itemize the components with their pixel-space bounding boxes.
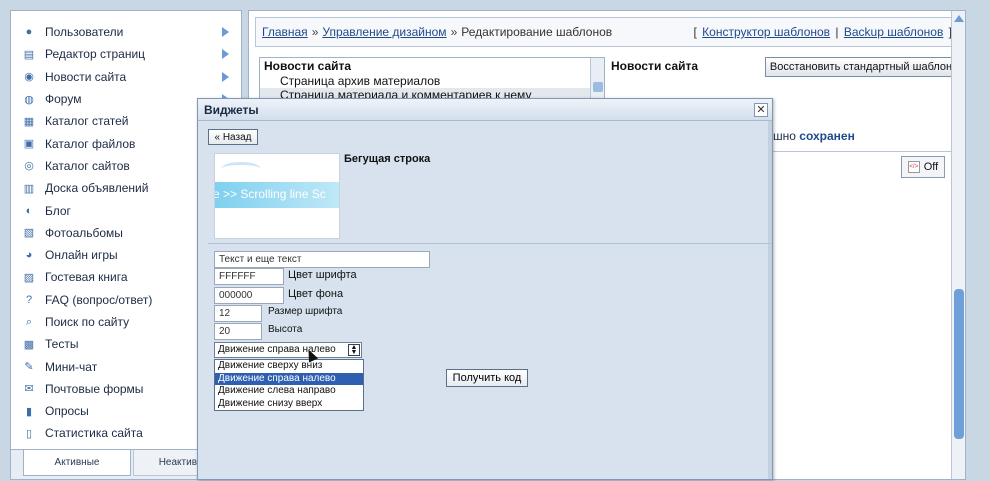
sidebar-item-label: Опросы <box>45 404 89 419</box>
sidebar-item[interactable]: ▤ Редактор страниц <box>11 43 241 65</box>
backup-link[interactable]: Backup шаблонов <box>844 25 943 39</box>
direction-dropdown[interactable]: Движение сверху вниз Движение справа нале… <box>214 359 364 411</box>
breadcrumb: Главная » Управление дизайном » Редактир… <box>255 17 959 47</box>
sidebar-item-label: Мини-чат <box>45 359 98 374</box>
height-input[interactable] <box>214 323 262 340</box>
sites-icon: ◎ <box>24 160 34 173</box>
scroll-up-icon[interactable] <box>954 15 964 22</box>
submenu-arrow-icon[interactable] <box>222 49 229 60</box>
preview-decoration <box>221 162 261 176</box>
chat-icon: ✎ <box>24 361 34 374</box>
off-label: Off <box>923 161 939 173</box>
sidebar-item-label: Блог <box>45 203 71 218</box>
board-icon: ▥ <box>23 182 35 195</box>
template-option-archive[interactable]: Страница архив материалов <box>260 74 604 88</box>
bg-color-label: Цвет фона <box>288 288 344 300</box>
dialog-divider <box>208 243 772 244</box>
sidebar-item[interactable]: ● Пользователи <box>11 21 241 43</box>
direction-option[interactable]: Движение слева направо <box>215 385 363 398</box>
polls-icon: ▮ <box>25 405 33 418</box>
dialog-title: Виджеты <box>198 99 772 121</box>
sidebar-item-label: Почтовые формы <box>45 381 144 396</box>
breadcrumb-separator: » <box>450 25 458 39</box>
sidebar-item-label: Статистика сайта <box>45 426 143 441</box>
font-color-label: Цвет шрифта <box>288 269 357 281</box>
bg-color-input[interactable] <box>214 287 284 304</box>
get-code-button[interactable]: Получить код <box>446 369 528 387</box>
tab-active[interactable]: Активные <box>23 450 131 476</box>
font-color-input[interactable] <box>214 268 284 285</box>
select-arrows-icon[interactable]: ▲ ▼ <box>348 344 360 356</box>
main-scrollbar[interactable] <box>951 11 965 479</box>
sidebar-item-label: Каталог сайтов <box>45 158 130 173</box>
submenu-arrow-icon[interactable] <box>222 71 229 82</box>
marquee-text-input[interactable] <box>214 251 430 268</box>
template-list[interactable]: Новости сайта Страница архив материалов … <box>259 57 605 103</box>
direction-option[interactable]: Движение сверху вниз <box>215 360 363 373</box>
code-editor[interactable]: </> Off 0%" border="0" cellpaccellspacin… <box>769 151 959 481</box>
direction-option[interactable]: Движение справа налево <box>215 372 363 385</box>
sidebar-item-label: Редактор страниц <box>45 47 146 62</box>
games-icon: ◕ <box>25 249 33 262</box>
widgets-dialog: Виджеты ✕ « Назад e >> Scrolling line Sc… <box>197 98 773 480</box>
guestbook-icon: ▨ <box>23 271 35 284</box>
saved-message: шно сохранен <box>773 129 855 143</box>
font-size-input[interactable] <box>214 305 262 322</box>
sidebar-item-label: Тесты <box>45 337 79 352</box>
photo-icon: ▧ <box>23 227 35 240</box>
breadcrumb-design-link[interactable]: Управление дизайном <box>322 25 446 39</box>
sidebar-item-label: Онлайн игры <box>45 248 118 263</box>
breadcrumb-current: Редактирование шаблонов <box>461 25 613 39</box>
restore-template-button[interactable]: Восстановить стандартный шаблон <box>765 57 957 77</box>
code-icon: </> <box>907 161 920 173</box>
sidebar-item[interactable]: ◉ Новости сайта <box>11 66 241 88</box>
breadcrumb-home-link[interactable]: Главная <box>262 25 308 39</box>
sidebar-item-label: Каталог статей <box>45 114 129 129</box>
sidebar-item-label: Новости сайта <box>45 69 127 84</box>
template-title: Новости сайта <box>611 59 699 73</box>
users-icon: ● <box>25 26 33 39</box>
sidebar-item-label: Поиск по сайту <box>45 315 130 329</box>
sidebar-item-label: Пользователи <box>45 25 124 40</box>
saved-word: сохранен <box>799 129 855 143</box>
direction-select[interactable]: Движение справа налево ▲ ▼ <box>214 342 362 358</box>
sidebar-item-label: Каталог файлов <box>45 136 136 151</box>
back-button[interactable]: « Назад <box>208 129 258 145</box>
blog-icon: ◐ <box>25 204 33 217</box>
saved-prefix: шно <box>773 129 796 143</box>
sidebar-item-label: Гостевая книга <box>45 270 128 285</box>
height-label: Высота <box>268 324 303 335</box>
sidebar-item-label: Фотоальбомы <box>45 225 123 240</box>
template-list-scrollbar[interactable] <box>590 58 604 102</box>
mail-icon: ✉ <box>24 383 34 396</box>
search-icon: ⌕ <box>25 315 33 328</box>
tests-icon: ▩ <box>23 338 35 351</box>
breadcrumb-separator: » <box>311 25 319 39</box>
news-icon: ◉ <box>24 71 34 84</box>
articles-icon: ▦ <box>23 115 35 128</box>
widget-preview: e >> Scrolling line Sc <box>214 153 340 239</box>
direction-option[interactable]: Движение снизу вверх <box>215 398 363 411</box>
widget-name: Бегущая строка <box>344 153 431 165</box>
close-icon[interactable]: ✕ <box>754 103 768 117</box>
font-size-label: Размер шрифта <box>268 306 343 317</box>
preview-text: e >> Scrolling line Sc <box>214 187 326 201</box>
breadcrumb-actions: [ Конструктор шаблонов | Backup шаблонов… <box>693 25 953 39</box>
direction-selected: Движение справа налево <box>218 344 336 355</box>
highlight-off-button[interactable]: </> Off <box>901 156 945 178</box>
constructor-link[interactable]: Конструктор шаблонов <box>702 25 830 39</box>
files-icon: ▣ <box>23 138 35 151</box>
stats-icon: ▯ <box>25 427 33 440</box>
sidebar-item-label: Форум <box>45 92 82 107</box>
page-editor-icon: ▤ <box>23 48 35 61</box>
scroll-thumb[interactable] <box>593 82 603 92</box>
faq-icon: ? <box>25 293 33 306</box>
template-group: Новости сайта <box>264 59 352 73</box>
scroll-thumb[interactable] <box>954 289 964 439</box>
sidebar-item-label: FAQ (вопрос/ответ) <box>45 292 153 307</box>
sidebar-item-label: Доска объявлений <box>45 181 149 196</box>
forum-icon: ◍ <box>24 93 34 106</box>
submenu-arrow-icon[interactable] <box>222 27 229 37</box>
dialog-edge <box>768 121 772 479</box>
